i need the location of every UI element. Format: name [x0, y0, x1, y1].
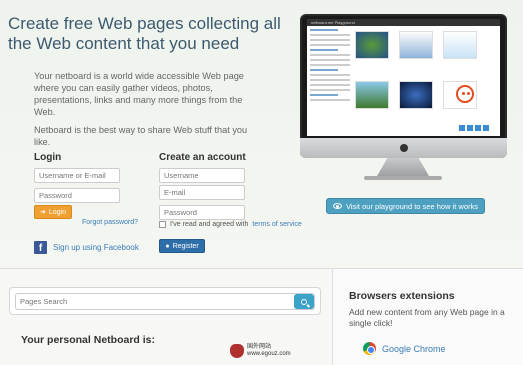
- login-button-label: Login: [48, 208, 66, 216]
- watermark: 国外网站 www.egouz.com: [230, 344, 291, 358]
- facebook-icon: f: [34, 241, 47, 254]
- register-button[interactable]: ● Register: [159, 239, 205, 253]
- login-button[interactable]: ➜ Login: [34, 205, 72, 219]
- create-account-form: Create an account: [159, 152, 246, 220]
- intro-paragraph-1: Your netboard is a world wide accessible…: [34, 71, 244, 117]
- intro-paragraph-2: Netboard is the best way to share Web st…: [34, 125, 248, 147]
- facebook-signup-label: Sign up using Facebook: [53, 243, 139, 252]
- preview-thumbnail: [399, 31, 433, 59]
- login-username-input[interactable]: [34, 168, 120, 183]
- preview-thumbnail: [399, 81, 433, 109]
- preview-thumbnail: [355, 31, 389, 59]
- screen-sidebar: [310, 29, 350, 104]
- terms-agreement: I've read and agreed with terms of servi…: [159, 221, 302, 228]
- hero-title: Create free Web pages collecting all the…: [8, 14, 281, 53]
- terms-of-service-link[interactable]: terms of service: [252, 221, 301, 228]
- screen-title-bar: netboard.me Playground: [307, 19, 500, 26]
- create-password-input[interactable]: [159, 205, 245, 220]
- search-icon: [301, 298, 307, 305]
- preview-thumbnail: [355, 81, 389, 109]
- playground-button-label: Visit our playground to see how it works: [345, 201, 478, 211]
- chrome-extension-label: Google Chrome: [382, 343, 446, 354]
- extensions-description: Add new content from any Web page in a s…: [349, 307, 505, 328]
- reddit-icon: [456, 85, 474, 103]
- terms-checkbox[interactable]: [159, 221, 166, 228]
- watermark-logo-icon: [230, 344, 244, 358]
- intro-text: Your netboard is a world wide accessible…: [34, 70, 256, 154]
- personal-netboard-title: Your personal Netboard is:: [21, 334, 155, 346]
- chrome-icon: [363, 342, 376, 355]
- terms-agree-text: I've read and agreed with: [170, 221, 249, 228]
- apple-icon: [399, 144, 408, 152]
- user-icon: ●: [165, 242, 170, 250]
- facebook-signup[interactable]: f Sign up using Facebook: [34, 241, 139, 254]
- preview-thumbnail: [443, 31, 477, 59]
- eye-icon: [332, 203, 342, 209]
- login-form: Login: [34, 152, 120, 203]
- forgot-password-link[interactable]: Forgot password?: [82, 219, 138, 226]
- create-account-title: Create an account: [159, 152, 246, 163]
- playground-button[interactable]: Visit our playground to see how it works: [326, 198, 485, 214]
- monitor-stand-base: [364, 176, 442, 180]
- pages-search-input[interactable]: [15, 293, 315, 310]
- create-email-input[interactable]: [159, 185, 245, 200]
- login-arrow-icon: ➜: [39, 209, 46, 216]
- share-icons: [459, 125, 489, 131]
- login-title: Login: [34, 152, 62, 163]
- chrome-extension-link[interactable]: Google Chrome: [363, 342, 446, 355]
- create-username-input[interactable]: [159, 168, 245, 183]
- monitor-chin: [300, 138, 507, 158]
- extensions-title: Browsers extensions: [349, 290, 455, 302]
- register-button-label: Register: [172, 242, 199, 250]
- monitor-screen-preview: netboard.me Playground: [307, 19, 500, 136]
- watermark-line-2: www.egouz.com: [247, 351, 291, 357]
- watermark-line-1: 国外网站: [247, 344, 272, 350]
- search-button[interactable]: [294, 294, 314, 309]
- login-password-input[interactable]: [34, 188, 120, 203]
